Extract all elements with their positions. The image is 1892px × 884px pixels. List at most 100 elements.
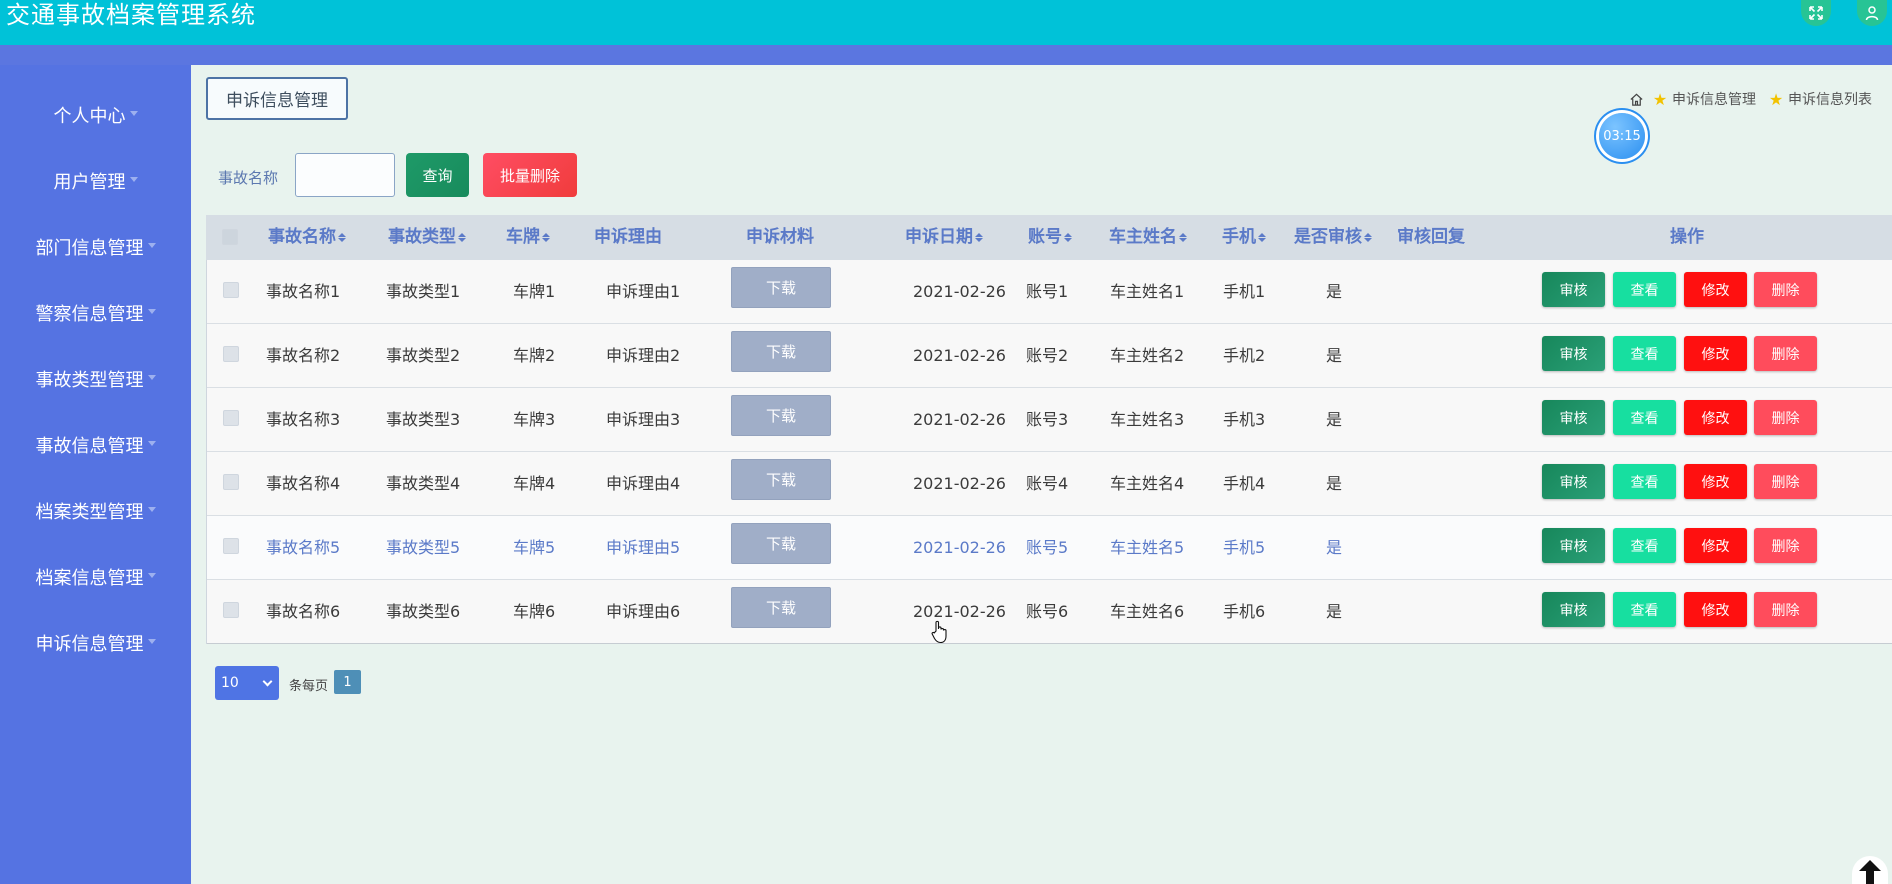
delete-button[interactable]: 删除 [1754, 336, 1817, 371]
cell-plate: 车牌1 [513, 282, 556, 301]
cell-audited: 是 [1326, 346, 1343, 365]
table-row: 事故名称2 事故类型2 车牌2 申诉理由2 2021-02-26 账号2 车主姓名2 手机2 是… [207, 324, 1892, 388]
col-header-type[interactable]: 事故类型 [388, 215, 466, 260]
col-header-plate[interactable]: 车牌 [506, 215, 550, 260]
sidebar-item-archive-type[interactable]: 档案类型管理 [0, 491, 191, 531]
edit-button[interactable]: 修改 [1684, 528, 1747, 563]
edit-button[interactable]: 修改 [1684, 464, 1747, 499]
select-all-checkbox[interactable] [222, 229, 238, 245]
col-header-reason: 申诉理由 [594, 227, 662, 247]
audit-button[interactable]: 审核 [1542, 272, 1605, 307]
cell-name: 事故名称4 [266, 474, 341, 493]
row-checkbox[interactable] [223, 602, 239, 618]
table-row: 事故名称1 事故类型1 车牌1 申诉理由1 2021-02-26 账号1 车主姓名1 手机1 是… [207, 260, 1892, 324]
cell-account: 账号1 [1026, 282, 1069, 301]
caret-down-icon [147, 506, 156, 512]
delete-button[interactable]: 删除 [1754, 464, 1817, 499]
cell-date: 2021-02-26 [913, 282, 1006, 301]
cell-reason: 申诉理由3 [606, 410, 681, 429]
edit-button[interactable]: 修改 [1684, 592, 1747, 627]
cell-plate: 车牌3 [513, 410, 556, 429]
col-header-audited[interactable]: 是否审核 [1294, 215, 1372, 260]
page-title-tab[interactable]: 申诉信息管理 [206, 77, 348, 120]
col-header-material: 申诉材料 [746, 227, 814, 247]
edit-button[interactable]: 修改 [1684, 336, 1747, 371]
cell-account: 账号2 [1026, 346, 1069, 365]
cell-owner: 车主姓名6 [1110, 602, 1185, 621]
view-button[interactable]: 查看 [1613, 528, 1676, 563]
edit-button[interactable]: 修改 [1684, 400, 1747, 435]
sort-icon [458, 232, 466, 242]
batch-delete-button[interactable]: 批量删除 [483, 153, 577, 197]
sidebar-item-accident-type[interactable]: 事故类型管理 [0, 359, 191, 399]
home-icon[interactable] [1628, 91, 1644, 107]
view-button[interactable]: 查看 [1613, 400, 1676, 435]
sidebar-item-personal-center[interactable]: 个人中心 [0, 95, 191, 135]
cell-audited: 是 [1326, 538, 1343, 557]
view-button[interactable]: 查看 [1613, 272, 1676, 307]
breadcrumb: ★ 申诉信息管理 ★ 申诉信息列表 [1624, 89, 1880, 109]
audit-button[interactable]: 审核 [1542, 336, 1605, 371]
page-size-select[interactable]: 10 [215, 666, 279, 700]
query-button[interactable]: 查询 [406, 153, 469, 197]
sort-icon [1258, 232, 1266, 242]
col-header-name[interactable]: 事故名称 [268, 215, 346, 260]
arrow-up-icon[interactable] [1852, 856, 1888, 884]
delete-button[interactable]: 删除 [1754, 528, 1817, 563]
download-button[interactable]: 下载 [731, 331, 831, 372]
sidebar-item-label: 档案信息管理 [35, 568, 144, 589]
download-button[interactable]: 下载 [731, 267, 831, 308]
row-checkbox[interactable] [223, 410, 239, 426]
sidebar-item-accident-info[interactable]: 事故信息管理 [0, 425, 191, 465]
sidebar-item-label: 档案类型管理 [35, 502, 144, 523]
cell-account: 账号5 [1026, 538, 1069, 557]
accident-name-search-input[interactable] [295, 153, 395, 197]
col-header-account[interactable]: 账号 [1028, 215, 1072, 260]
sidebar-item-police[interactable]: 警察信息管理 [0, 293, 191, 333]
col-header-date[interactable]: 申诉日期 [905, 215, 983, 260]
page-number-current[interactable]: 1 [334, 670, 361, 694]
download-button[interactable]: 下载 [731, 459, 831, 500]
sidebar-item-department[interactable]: 部门信息管理 [0, 227, 191, 267]
view-button[interactable]: 查看 [1613, 336, 1676, 371]
user-icon[interactable] [1857, 0, 1887, 26]
header-strip [0, 45, 1892, 65]
sidebar-item-archive-info[interactable]: 档案信息管理 [0, 557, 191, 597]
row-checkbox[interactable] [223, 346, 239, 362]
view-button[interactable]: 查看 [1613, 592, 1676, 627]
sidebar-item-label: 事故信息管理 [35, 436, 144, 457]
breadcrumb-item[interactable]: 申诉信息管理 [1672, 89, 1756, 109]
delete-button[interactable]: 删除 [1754, 400, 1817, 435]
delete-button[interactable]: 删除 [1754, 272, 1817, 307]
col-header-owner[interactable]: 车主姓名 [1109, 215, 1187, 260]
audit-button[interactable]: 审核 [1542, 400, 1605, 435]
download-button[interactable]: 下载 [731, 587, 831, 628]
view-button[interactable]: 查看 [1613, 464, 1676, 499]
star-icon: ★ [1768, 89, 1784, 109]
app-title: 交通事故档案管理系统 [6, 1, 256, 29]
caret-down-icon [147, 242, 156, 248]
sidebar-item-user-management[interactable]: 用户管理 [0, 161, 191, 201]
cell-phone: 手机4 [1223, 474, 1266, 493]
delete-button[interactable]: 删除 [1754, 592, 1817, 627]
main-content: 申诉信息管理 ★ 申诉信息管理 ★ 申诉信息列表 03:15 事故名称 查询 批… [191, 65, 1892, 884]
audit-button[interactable]: 审核 [1542, 592, 1605, 627]
audit-button[interactable]: 审核 [1542, 528, 1605, 563]
row-checkbox[interactable] [223, 474, 239, 490]
cell-owner: 车主姓名4 [1110, 474, 1185, 493]
row-checkbox[interactable] [223, 282, 239, 298]
col-header-phone[interactable]: 手机 [1222, 215, 1266, 260]
sidebar-item-appeal-info[interactable]: 申诉信息管理 [0, 623, 191, 663]
sort-icon [1179, 232, 1187, 242]
expand-icon[interactable] [1801, 0, 1831, 26]
sort-icon [542, 232, 550, 242]
download-button[interactable]: 下载 [731, 523, 831, 564]
edit-button[interactable]: 修改 [1684, 272, 1747, 307]
audit-button[interactable]: 审核 [1542, 464, 1605, 499]
top-header: 交通事故档案管理系统 [0, 0, 1892, 45]
row-checkbox[interactable] [223, 538, 239, 554]
table-row: 事故名称5 事故类型5 车牌5 申诉理由5 2021-02-26 账号5 车主姓名5 手机5 是… [207, 516, 1892, 580]
cell-phone: 手机6 [1223, 602, 1266, 621]
cell-audited: 是 [1326, 602, 1343, 621]
download-button[interactable]: 下载 [731, 395, 831, 436]
